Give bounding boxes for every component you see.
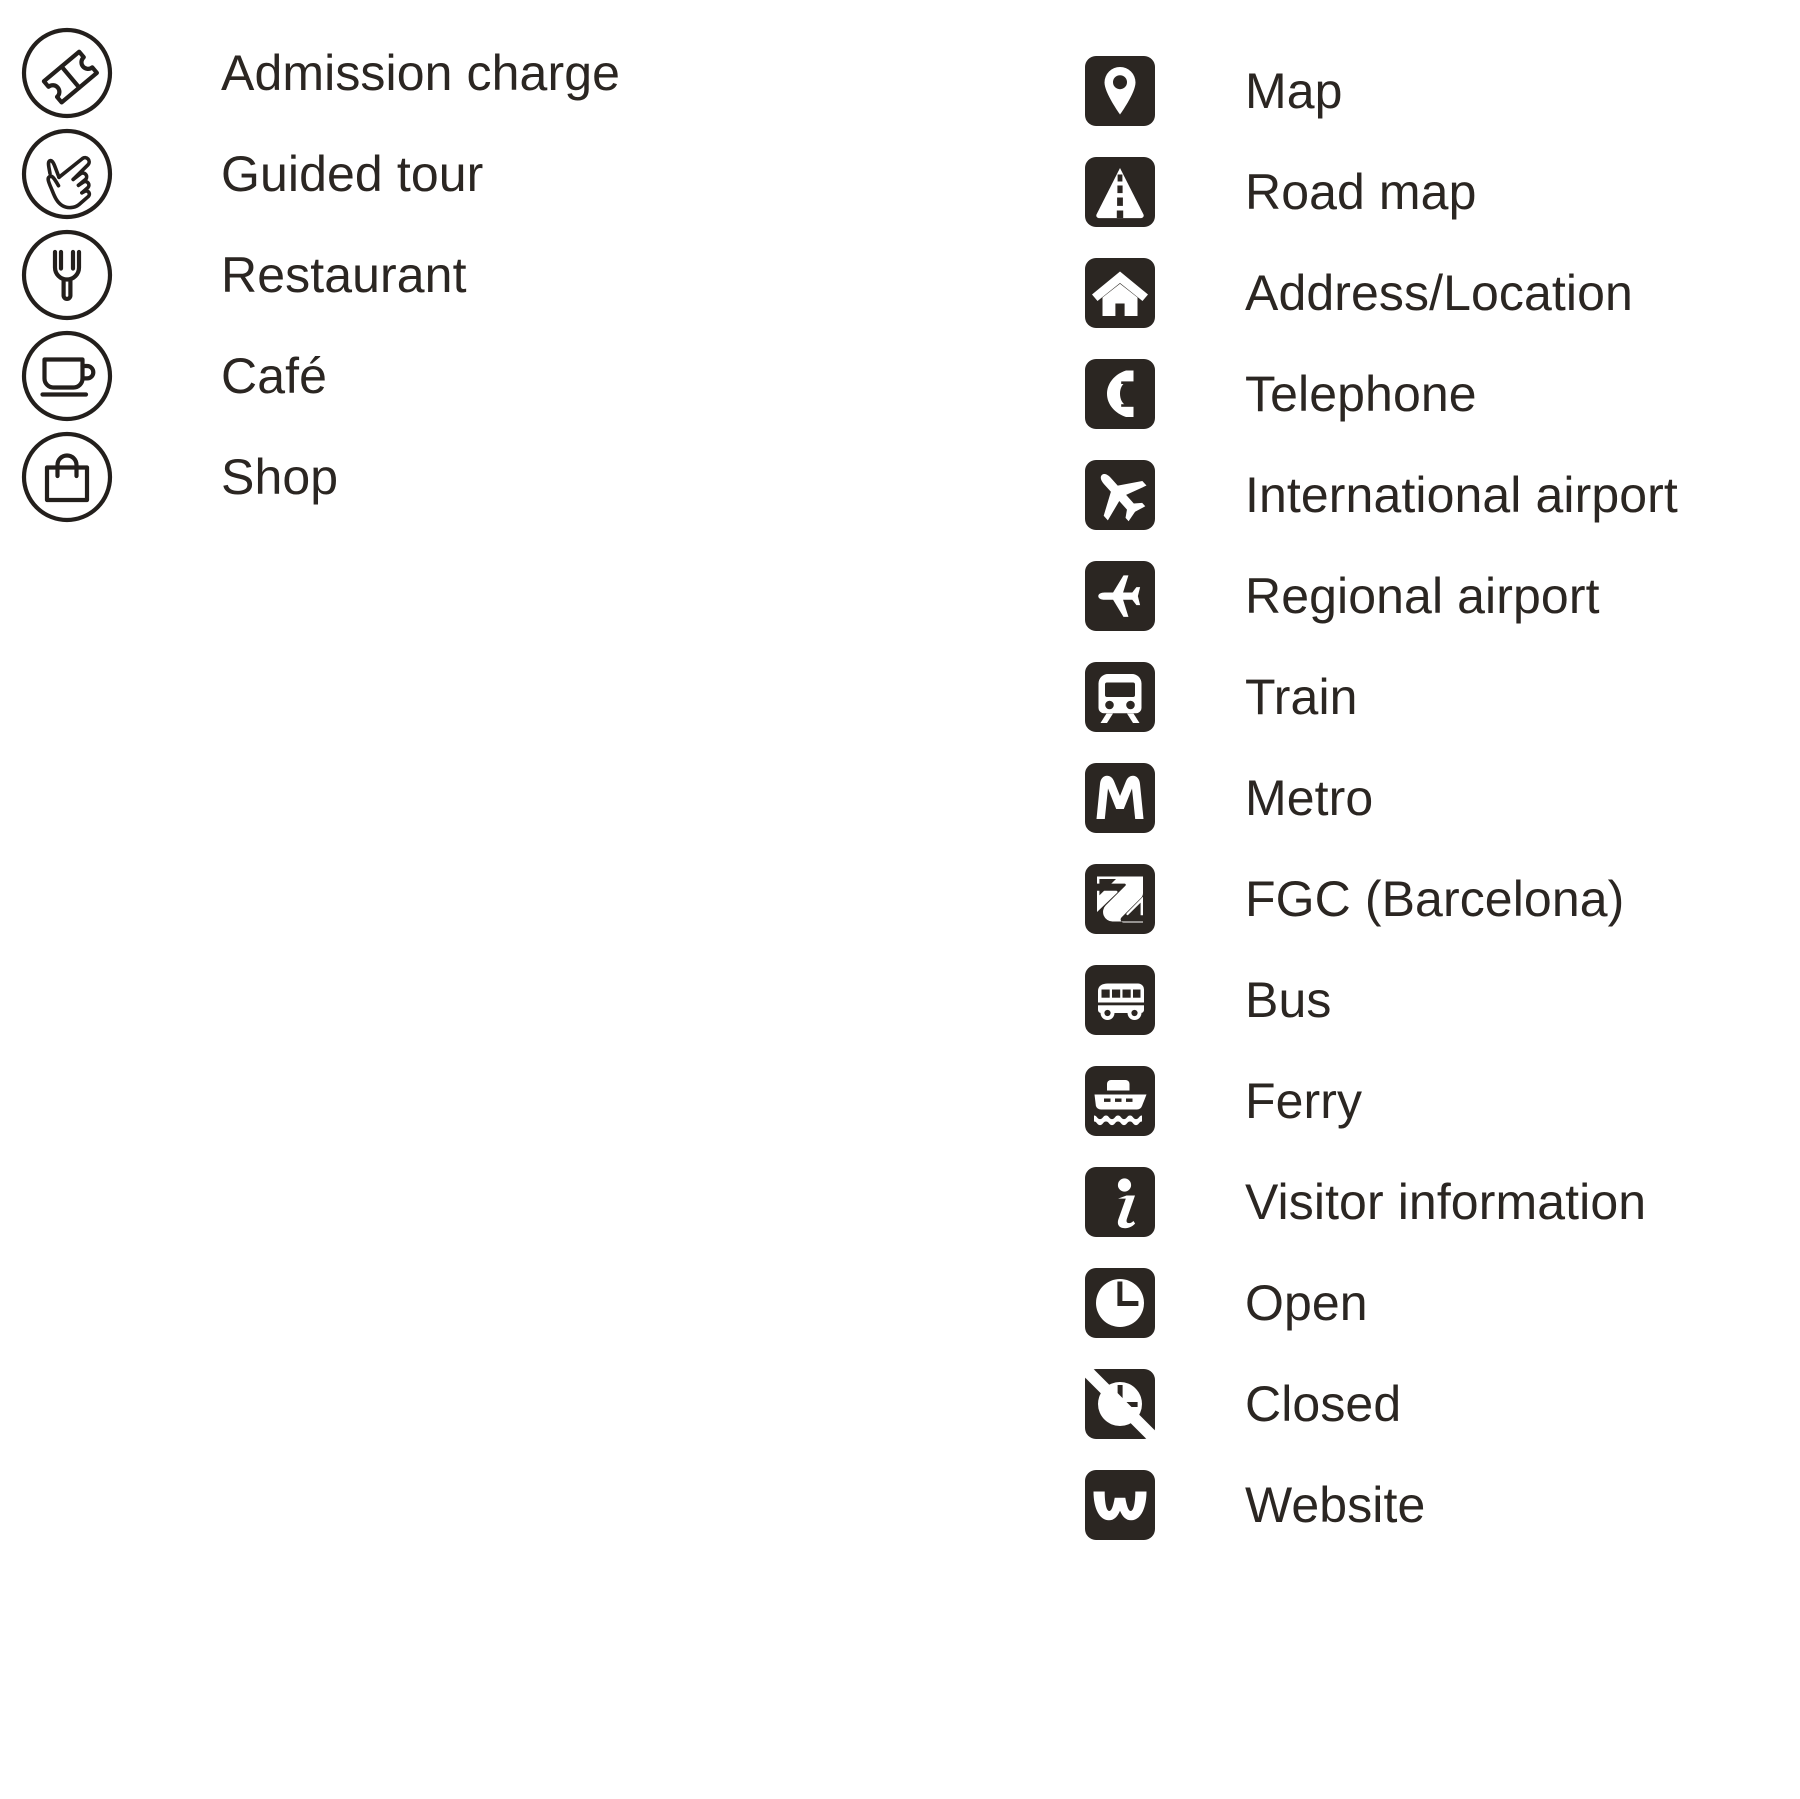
legend-item-label: Shop: [221, 448, 339, 505]
ferry-icon: [1085, 1065, 1155, 1136]
shopping-bag-icon: [20, 430, 114, 524]
map-pin-icon: [1085, 55, 1155, 126]
practical-information-legend-column: Map Road map Address/Location Telephone …: [1080, 0, 1800, 1555]
legend-item-website: Website: [1085, 1454, 1800, 1555]
legend-item-label: Map: [1245, 62, 1343, 119]
facilities-legend-column: Admission charge Guided tour Restaurant …: [0, 0, 1080, 527]
telephone-icon: [1085, 358, 1155, 429]
coffee-cup-icon: [20, 329, 114, 423]
legend-item-label: Bus: [1245, 971, 1332, 1028]
legend-item-label: Train: [1245, 668, 1358, 725]
legend-item-label: FGC (Barcelona): [1245, 870, 1625, 927]
legend-item-label: Restaurant: [221, 246, 467, 303]
legend-item-restaurant: Restaurant: [20, 224, 1080, 325]
legend-item-label: Website: [1245, 1476, 1426, 1533]
clock-slashed-icon: [1085, 1368, 1155, 1439]
legend-item-road-map: Road map: [1085, 141, 1800, 242]
metro-m-icon: [1085, 762, 1155, 833]
pointing-hand-icon: [20, 127, 114, 221]
legend-item-label: Regional airport: [1245, 567, 1600, 624]
legend-item-label: Ferry: [1245, 1072, 1363, 1129]
legend-item-label: Visitor information: [1245, 1173, 1647, 1230]
bus-icon: [1085, 964, 1155, 1035]
legend-item-address-location: Address/Location: [1085, 242, 1800, 343]
legend-item-cafe: Café: [20, 325, 1080, 426]
legend-item-label: Closed: [1245, 1375, 1402, 1432]
legend-item-label: Road map: [1245, 163, 1477, 220]
legend-item-bus: Bus: [1085, 949, 1800, 1050]
legend-item-telephone: Telephone: [1085, 343, 1800, 444]
airplane-level-icon: [1085, 560, 1155, 631]
legend-item-label: Metro: [1245, 769, 1374, 826]
train-icon: [1085, 661, 1155, 732]
information-i-icon: [1085, 1166, 1155, 1237]
legend-item-map: Map: [1085, 40, 1800, 141]
road-icon: [1085, 156, 1155, 227]
fork-icon: [20, 228, 114, 322]
fgc-logo-icon: [1085, 863, 1155, 934]
legend-root: Admission charge Guided tour Restaurant …: [0, 0, 1800, 1799]
legend-item-shop: Shop: [20, 426, 1080, 527]
ticket-icon: [20, 26, 114, 120]
legend-item-label: Address/Location: [1245, 264, 1633, 321]
airplane-diagonal-icon: [1085, 459, 1155, 530]
legend-item-metro: Metro: [1085, 747, 1800, 848]
legend-item-label: Café: [221, 347, 328, 404]
legend-item-ferry: Ferry: [1085, 1050, 1800, 1151]
website-w-icon: [1085, 1469, 1155, 1540]
legend-item-visitor-information: Visitor information: [1085, 1151, 1800, 1252]
legend-item-closed: Closed: [1085, 1353, 1800, 1454]
legend-item-fgc-barcelona: FGC (Barcelona): [1085, 848, 1800, 949]
legend-item-guided-tour: Guided tour: [20, 123, 1080, 224]
legend-item-open: Open: [1085, 1252, 1800, 1353]
house-icon: [1085, 257, 1155, 328]
legend-item-label: Telephone: [1245, 365, 1477, 422]
legend-item-label: Guided tour: [221, 145, 484, 202]
legend-item-label: International airport: [1245, 466, 1678, 523]
legend-item-label: Open: [1245, 1274, 1368, 1331]
legend-item-international-airport: International airport: [1085, 444, 1800, 545]
legend-item-train: Train: [1085, 646, 1800, 747]
clock-icon: [1085, 1267, 1155, 1338]
legend-item-label: Admission charge: [221, 44, 621, 101]
legend-item-admission-charge: Admission charge: [20, 22, 1080, 123]
legend-item-regional-airport: Regional airport: [1085, 545, 1800, 646]
